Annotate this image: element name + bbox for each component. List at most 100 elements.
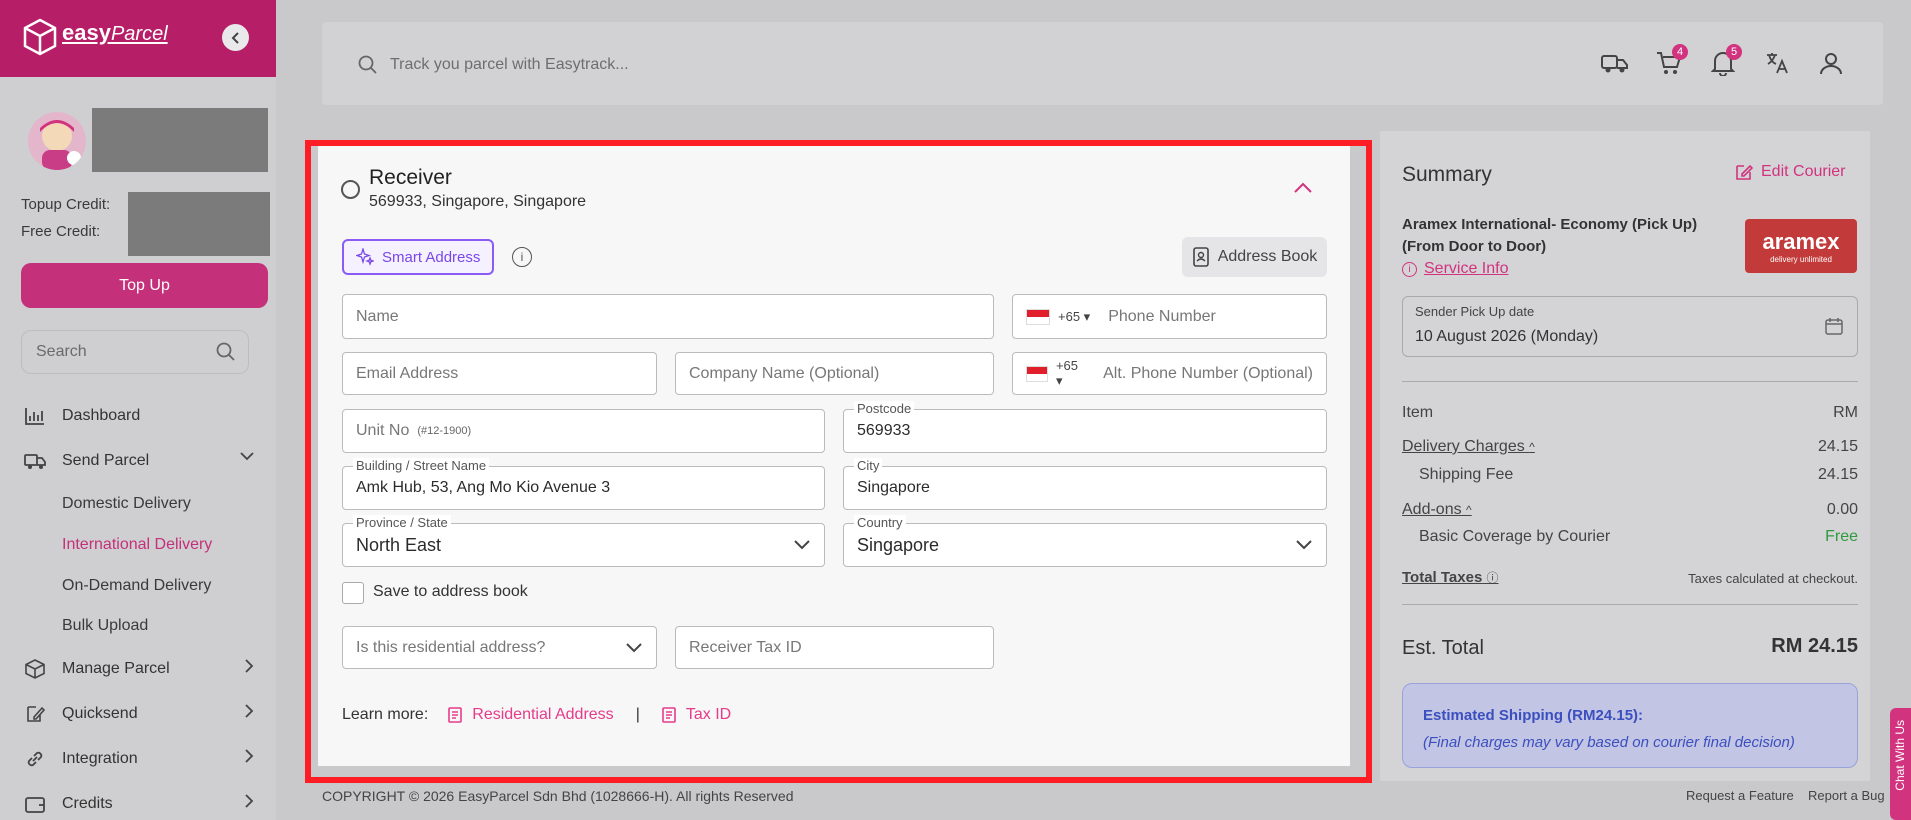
search-icon	[216, 342, 235, 361]
basic-coverage-label: Basic Coverage by Courier	[1419, 528, 1611, 545]
subnav-domestic-delivery[interactable]: Domestic Delivery	[62, 495, 191, 513]
email-field[interactable]: Email Address	[342, 352, 657, 395]
redacted-credit-values	[128, 192, 270, 256]
learn-more-row: Learn more: Residential Address | Tax ID	[342, 706, 731, 724]
chevron-down-icon	[240, 452, 254, 461]
user-icon[interactable]	[1816, 48, 1846, 78]
avatar[interactable]	[28, 112, 86, 170]
tax-id-link[interactable]: Tax ID	[686, 706, 731, 724]
delivery-truck-icon[interactable]	[1600, 48, 1630, 78]
info-icon[interactable]: i	[512, 247, 532, 267]
city-field[interactable]: City Singapore	[843, 458, 1327, 510]
phone-placeholder: Phone Number	[1108, 307, 1216, 325]
wallet-icon	[24, 793, 46, 815]
brand-logo[interactable]: easyParcel	[62, 20, 168, 46]
phone-field[interactable]: +65 ▾ Phone Number	[1012, 294, 1327, 339]
alt-country-code-select[interactable]: +65 ▾	[1056, 358, 1085, 389]
edit-courier-button[interactable]: Edit Courier	[1735, 163, 1845, 181]
sidebar-item-credits[interactable]: Credits	[24, 789, 254, 819]
request-feature-link[interactable]: Request a Feature	[1686, 788, 1794, 803]
link-separator: |	[635, 706, 640, 723]
smart-address-button[interactable]: Smart Address	[342, 239, 494, 275]
sidebar-item-quicksend[interactable]: Quicksend	[24, 699, 254, 729]
sidebar-item-dashboard[interactable]: Dashboard	[24, 401, 254, 431]
smart-address-label: Smart Address	[382, 248, 481, 266]
est-total-label: Est. Total	[1402, 637, 1484, 659]
cart-icon[interactable]: 4	[1654, 44, 1688, 78]
chat-with-us-tab[interactable]: Chat With Us	[1890, 708, 1911, 820]
unit-placeholder: Unit No	[356, 422, 410, 439]
report-bug-link[interactable]: Report a Bug	[1808, 788, 1885, 803]
email-placeholder: Email Address	[356, 364, 459, 382]
chevron-right-icon	[245, 659, 254, 673]
company-placeholder: Company Name (Optional)	[689, 364, 880, 382]
edit-icon	[24, 703, 46, 725]
postcode-field[interactable]: Postcode 569933	[843, 401, 1327, 453]
residential-address-link[interactable]: Residential Address	[472, 706, 613, 724]
save-address-checkbox[interactable]	[342, 582, 364, 604]
sidebar-collapse-button[interactable]	[222, 24, 249, 51]
country-label: Country	[854, 515, 906, 530]
edit-courier-label: Edit Courier	[1761, 163, 1846, 180]
link-icon	[24, 748, 46, 770]
subnav-international-delivery[interactable]: International Delivery	[62, 536, 212, 554]
shipping-fee-label: Shipping Fee	[1419, 466, 1514, 483]
chevron-up-icon[interactable]	[1294, 182, 1312, 194]
company-field[interactable]: Company Name (Optional)	[675, 352, 994, 395]
address-book-label: Address Book	[1217, 248, 1318, 265]
chevron-right-icon	[245, 749, 254, 763]
tax-id-field[interactable]: Receiver Tax ID	[675, 626, 994, 669]
singapore-flag-icon	[1026, 308, 1050, 325]
edit-icon	[1736, 164, 1753, 180]
sidebar-item-send-parcel[interactable]: Send Parcel	[24, 446, 254, 476]
topup-credit-label: Topup Credit:	[21, 196, 111, 213]
notification-badge: 5	[1726, 44, 1742, 60]
bar-chart-icon	[24, 405, 46, 427]
alt-phone-field[interactable]: +65 ▾ Alt. Phone Number (Optional)	[1012, 352, 1327, 395]
brand-bar: easyParcel	[0, 0, 276, 77]
sidebar-item-integration[interactable]: Integration	[24, 744, 254, 774]
singapore-flag-icon	[1026, 365, 1048, 382]
country-value: Singapore	[857, 534, 940, 555]
estimated-shipping-disclaimer: (Final charges may vary based on courier…	[1423, 734, 1795, 751]
info-icon: i	[1402, 261, 1417, 277]
delivery-charges-toggle[interactable]: Delivery Charges ^	[1402, 438, 1535, 456]
translate-icon[interactable]	[1762, 48, 1792, 78]
receiver-radio[interactable]	[341, 180, 360, 199]
country-code-select[interactable]: +65 ▾	[1058, 309, 1090, 325]
basic-coverage-value: Free	[1825, 528, 1858, 545]
street-field[interactable]: Building / Street Name Amk Hub, 53, Ang …	[342, 458, 825, 510]
cart-badge: 4	[1672, 44, 1688, 60]
province-value: North East	[356, 534, 442, 555]
subnav-bulk-upload[interactable]: Bulk Upload	[62, 617, 148, 635]
name-field[interactable]: Name	[342, 294, 994, 339]
service-info-link[interactable]: i Service Info	[1402, 260, 1508, 278]
receiver-subtitle: 569933, Singapore, Singapore	[369, 193, 587, 210]
service-info-label: Service Info	[1424, 260, 1509, 277]
sidebar-item-label: Quicksend	[62, 705, 138, 722]
total-taxes-label[interactable]: Total Taxes ⓘ	[1402, 569, 1499, 586]
unit-no-field[interactable]: Unit No (#12-1900)	[342, 409, 825, 453]
contact-book-icon	[1192, 247, 1209, 267]
sidebar-item-label: Dashboard	[62, 407, 141, 424]
sidebar-item-manage-parcel[interactable]: Manage Parcel	[24, 654, 254, 684]
easytrack-search-input[interactable]: Track you parcel with Easytrack...	[348, 45, 1570, 85]
pickup-date-label: Sender Pick Up date	[1415, 304, 1535, 319]
province-select[interactable]: Province / State North East	[342, 515, 825, 567]
residential-select[interactable]: Is this residential address?	[342, 626, 657, 669]
pickup-date-value: 10 August 2026 (Monday)	[1415, 328, 1599, 345]
estimated-shipping-note: Estimated Shipping (RM24.15): (Final cha…	[1402, 683, 1858, 768]
logo-icon	[22, 18, 58, 61]
info-icon: ⓘ	[1486, 571, 1499, 585]
subnav-on-demand-delivery[interactable]: On-Demand Delivery	[62, 577, 211, 595]
bell-icon[interactable]: 5	[1708, 44, 1742, 78]
topup-button[interactable]: Top Up	[21, 263, 268, 308]
divider	[1402, 604, 1858, 605]
address-book-button[interactable]: Address Book	[1182, 237, 1327, 277]
chevron-left-icon	[231, 31, 239, 44]
addons-toggle[interactable]: Add-ons ^	[1402, 501, 1472, 519]
sidebar-search-input[interactable]: Search	[21, 330, 249, 374]
country-select[interactable]: Country Singapore	[843, 515, 1327, 567]
pickup-date-field[interactable]: Sender Pick Up date 10 August 2026 (Mond…	[1402, 296, 1858, 357]
calendar-icon	[1825, 318, 1843, 335]
